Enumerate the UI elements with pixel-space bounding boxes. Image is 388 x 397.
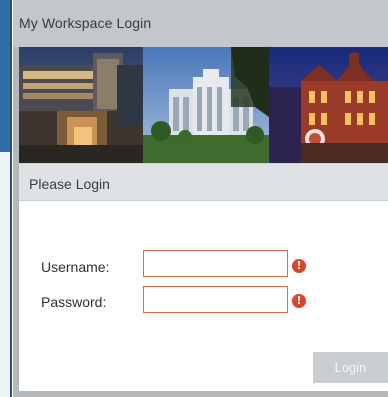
- background-page-body: [0, 152, 10, 397]
- login-dialog: My Workspace Login Please Login Username…: [13, 0, 388, 397]
- password-input[interactable]: [143, 286, 288, 313]
- dialog-titlebar[interactable]: My Workspace Login: [13, 0, 388, 47]
- banner-photo-historic-building: [269, 47, 388, 163]
- banner-photo-modern-building: [19, 47, 143, 163]
- background-page-edge: [0, 0, 12, 397]
- password-error-icon: !: [292, 294, 306, 308]
- username-error-icon: !: [292, 259, 306, 273]
- username-label: Username:: [41, 259, 110, 275]
- banner-image: [19, 47, 388, 163]
- dialog-title: My Workspace Login: [19, 15, 152, 31]
- username-input[interactable]: [143, 250, 288, 277]
- background-page-strip: [0, 0, 10, 152]
- banner-photo-government-building: [143, 47, 269, 163]
- login-section-title: Please Login: [29, 176, 110, 192]
- password-label: Password:: [41, 294, 107, 310]
- dialog-bottom-border: [19, 391, 388, 397]
- background-page-border: [10, 0, 12, 397]
- login-form: Username: ! Password: ! Login: [19, 201, 388, 391]
- login-section-header: Please Login: [19, 163, 388, 201]
- login-button[interactable]: Login: [313, 352, 388, 383]
